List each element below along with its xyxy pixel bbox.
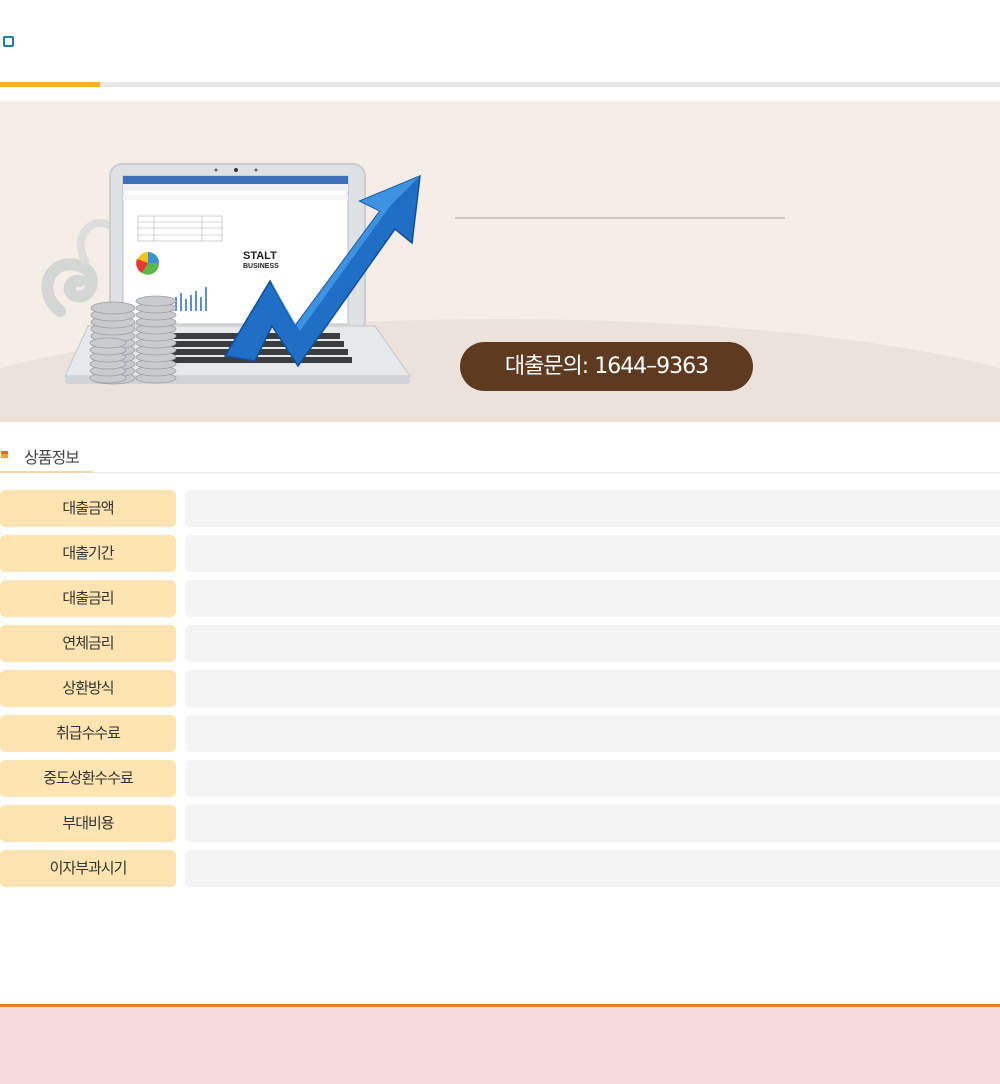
laptop-growth-illustration: STALT BUSINESS: [41, 163, 421, 385]
laptop-text-business: BUSINESS: [243, 263, 279, 270]
top-divider: [0, 82, 1000, 87]
row-label: 대출금리: [0, 580, 176, 617]
section-bullet-icon: [1, 451, 8, 458]
loan-inquiry-phone[interactable]: 대출문의: 1644–9363: [460, 342, 753, 391]
table-row: 부대비용: [0, 805, 1000, 842]
section-title-underline: [0, 471, 93, 473]
table-row: 대출금리: [0, 580, 1000, 617]
row-label: 취급수수료: [0, 715, 176, 752]
row-label: 상환방식: [0, 670, 176, 707]
table-row: 상환방식: [0, 670, 1000, 707]
row-value: [185, 580, 1000, 617]
table-row: 대출기간: [0, 535, 1000, 572]
table-row: 취급수수료: [0, 715, 1000, 752]
row-value: [185, 805, 1000, 842]
banner-divider: [455, 217, 785, 219]
table-row: 이자부과시기: [0, 850, 1000, 887]
product-info-table: 대출금액 대출기간 대출금리 연체금리 상환방식 취급수수료 중도상환수수료 부…: [0, 490, 1000, 895]
table-row: 연체금리: [0, 625, 1000, 662]
row-value: [185, 760, 1000, 797]
row-value: [185, 850, 1000, 887]
section-header: 상품정보: [0, 438, 1000, 473]
row-label: 이자부과시기: [0, 850, 176, 887]
row-label: 부대비용: [0, 805, 176, 842]
laptop-text-stalt: STALT: [243, 250, 277, 262]
top-divider-accent: [0, 82, 100, 87]
row-label: 대출금액: [0, 490, 176, 527]
table-row: 대출금액: [0, 490, 1000, 527]
square-bullet-icon: [3, 36, 14, 47]
row-value: [185, 535, 1000, 572]
row-label: 대출기간: [0, 535, 176, 572]
row-label: 연체금리: [0, 625, 176, 662]
row-value: [185, 715, 1000, 752]
row-value: [185, 625, 1000, 662]
row-value: [185, 490, 1000, 527]
footer: [0, 1007, 1000, 1084]
row-label: 중도상환수수료: [0, 760, 176, 797]
section-title: 상품정보: [24, 448, 80, 467]
table-row: 중도상환수수료: [0, 760, 1000, 797]
row-value: [185, 670, 1000, 707]
hero-banner: STALT BUSINESS 대출문의: 1644–9363: [0, 101, 1000, 422]
swirl-decoration: [41, 219, 119, 317]
